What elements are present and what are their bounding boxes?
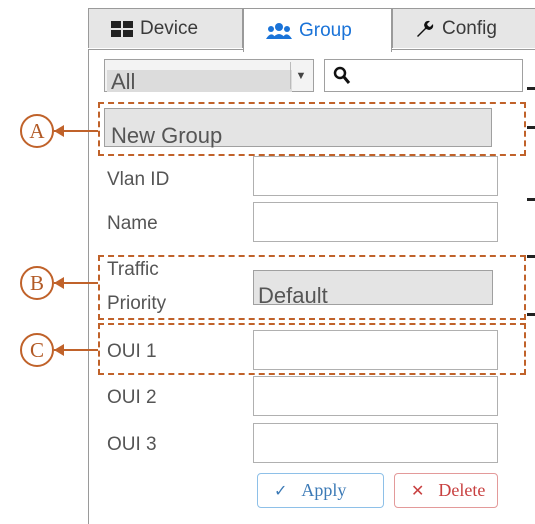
edge-tick: [527, 313, 535, 316]
tab-config[interactable]: Config: [392, 8, 535, 48]
callout-a: A: [20, 114, 54, 148]
vlan-id-label: Vlan ID: [107, 169, 170, 190]
callout-b: B: [20, 266, 54, 300]
users-icon: [266, 22, 292, 40]
delete-label: Delete: [438, 480, 486, 500]
arrow-left-icon: [54, 344, 64, 356]
edge-tick: [527, 198, 535, 201]
chevron-down-icon[interactable]: ▼: [290, 62, 311, 89]
edge-tick: [527, 87, 535, 90]
callout-c: C: [20, 333, 54, 367]
search-input[interactable]: [324, 59, 523, 92]
vlan-id-input[interactable]: [253, 156, 498, 196]
search-icon: [333, 66, 351, 91]
tab-strip: Device Group Config: [88, 8, 535, 52]
oui3-label: OUI 3: [107, 434, 157, 455]
oui3-input[interactable]: [253, 423, 498, 463]
tab-group[interactable]: Group: [243, 8, 392, 52]
delete-button[interactable]: ✕ Delete: [394, 473, 498, 508]
check-icon: ✓: [274, 481, 288, 500]
arrow-left-icon: [54, 277, 64, 289]
tab-config-label: Config: [442, 17, 497, 39]
edge-tick: [527, 126, 535, 129]
annotation-box-b: [98, 255, 526, 320]
oui2-label: OUI 2: [107, 387, 157, 408]
panel-border: [88, 49, 89, 524]
edge-tick: [527, 255, 535, 258]
tab-group-label: Group: [299, 19, 352, 41]
tab-device-label: Device: [140, 17, 199, 39]
annotation-box-c: [98, 323, 526, 375]
filter-select-value: All: [107, 70, 292, 94]
apply-label: Apply: [301, 480, 347, 500]
tab-device[interactable]: Device: [88, 8, 243, 48]
oui2-input[interactable]: [253, 376, 498, 416]
wrench-icon: [415, 19, 435, 39]
name-label: Name: [107, 213, 158, 234]
annotation-box-a: [98, 102, 526, 156]
apply-button[interactable]: ✓ Apply: [257, 473, 384, 508]
name-input[interactable]: [253, 202, 498, 242]
arrow-left-icon: [54, 125, 64, 137]
grid-icon: [111, 20, 133, 37]
filter-select[interactable]: All ▼: [104, 59, 314, 94]
close-icon: ✕: [411, 481, 425, 500]
